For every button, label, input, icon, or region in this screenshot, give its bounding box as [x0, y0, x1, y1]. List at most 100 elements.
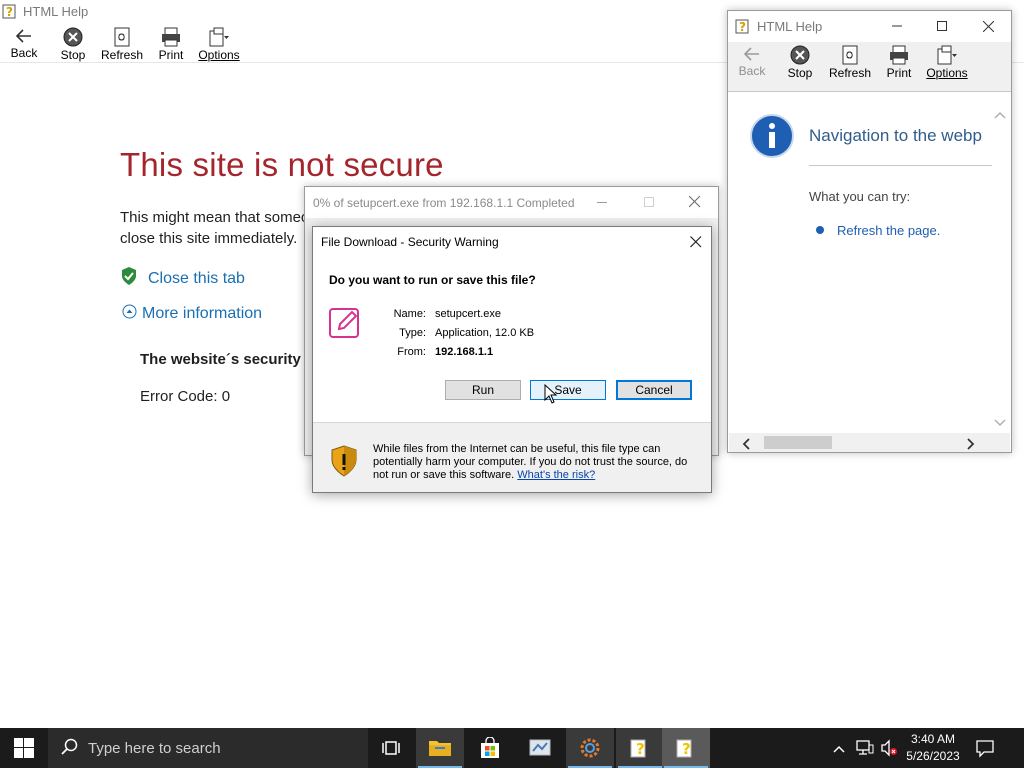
refresh-label: Refresh — [100, 48, 144, 62]
scroll-thumb[interactable] — [764, 436, 832, 449]
print-label: Print — [886, 66, 912, 80]
scroll-up-icon[interactable] — [994, 107, 1006, 125]
window-title: HTML Help — [23, 4, 89, 19]
cancel-button[interactable]: Cancel — [616, 380, 692, 400]
whats-the-risk-link[interactable]: What's the risk? — [517, 469, 595, 481]
scroll-right-icon[interactable] — [966, 437, 976, 452]
maximize-button[interactable] — [919, 11, 965, 41]
stop-icon — [790, 45, 810, 65]
notifications-icon[interactable] — [975, 738, 995, 763]
html-help-task-button[interactable]: ? — [616, 728, 664, 768]
svg-text:?: ? — [6, 5, 13, 19]
back-arrow-icon — [15, 29, 31, 43]
control-panel-button[interactable] — [516, 728, 564, 768]
refresh-icon — [842, 45, 858, 65]
options-icon — [209, 27, 229, 47]
dialog-close-button[interactable] — [690, 235, 702, 253]
maximize-icon — [644, 197, 654, 207]
help-question-icon: ? — [676, 739, 692, 758]
network-icon[interactable] — [856, 739, 874, 762]
options-icon — [937, 45, 957, 65]
refresh-button[interactable]: Refresh — [829, 45, 871, 80]
control-panel-icon — [529, 739, 551, 756]
dialog-body: Do you want to run or save this file? Na… — [313, 257, 711, 423]
what-you-can-try: What you can try: — [809, 189, 911, 204]
error-code: Error Code: 0 — [140, 388, 231, 405]
help-window-titlebar[interactable]: ? HTML Help — [728, 11, 1011, 41]
stop-icon — [63, 27, 83, 47]
volume-muted-icon[interactable] — [880, 739, 898, 762]
search-placeholder: Type here to search — [88, 740, 221, 757]
settings-button[interactable] — [566, 728, 614, 768]
close-icon — [982, 20, 994, 32]
scroll-left-icon[interactable] — [741, 437, 751, 452]
close-icon — [690, 236, 702, 248]
heading-divider — [809, 165, 992, 166]
mouse-cursor-icon — [544, 383, 558, 410]
options-button[interactable]: Options — [926, 45, 968, 80]
minimize-icon[interactable] — [597, 202, 607, 203]
close-icon[interactable] — [688, 195, 701, 213]
print-button[interactable]: Print — [156, 27, 186, 62]
store-button[interactable] — [466, 728, 514, 768]
progress-title: 0% of setupcert.exe from 192.168.1.1 Com… — [313, 196, 575, 210]
show-hidden-icons-chevron-icon[interactable] — [833, 741, 845, 759]
refresh-page-link[interactable]: Refresh the page. — [837, 223, 940, 238]
back-label: Back — [738, 64, 766, 78]
help-question-icon: ? — [630, 739, 646, 758]
run-button[interactable]: Run — [445, 380, 521, 400]
close-button[interactable] — [965, 11, 1011, 41]
error-text-line-1: This might mean that someo — [120, 209, 310, 226]
stop-button[interactable]: Stop — [784, 45, 816, 80]
stop-button[interactable]: Stop — [57, 27, 89, 62]
name-value: setupcert.exe — [435, 308, 502, 320]
minimize-button[interactable] — [874, 11, 920, 41]
security-warning-text: While files from the Internet can be use… — [373, 443, 703, 482]
close-tab-link[interactable]: Close this tab — [148, 270, 245, 288]
clock[interactable]: 3:40 AM 5/26/2023 — [902, 731, 964, 765]
error-title: This site is not secure — [120, 146, 444, 183]
error-text-line-2: close this site immediately. — [120, 230, 298, 247]
print-label: Print — [158, 48, 184, 62]
html-help-task-button-2[interactable]: ? — [662, 728, 710, 768]
start-button[interactable] — [0, 728, 48, 768]
refresh-icon — [114, 27, 130, 47]
progress-titlebar[interactable]: 0% of setupcert.exe from 192.168.1.1 Com… — [305, 187, 718, 218]
type-label: Type: — [399, 327, 426, 339]
help-window-title: HTML Help — [757, 19, 823, 34]
warning-shield-icon — [330, 445, 358, 482]
search-box[interactable]: Type here to search — [48, 728, 368, 768]
print-button[interactable]: Print — [883, 45, 915, 80]
gear-icon — [580, 738, 600, 758]
task-view-button[interactable] — [368, 728, 416, 768]
help-app-icon: ? — [735, 18, 751, 39]
task-view-icon — [382, 741, 400, 755]
svg-text:?: ? — [636, 740, 645, 758]
info-icon — [749, 113, 795, 164]
taskbar: Type here to search ? ? 3:40 AM 5/26/202… — [0, 728, 1024, 768]
stop-label: Stop — [60, 48, 86, 62]
stop-label: Stop — [787, 66, 813, 80]
back-button[interactable]: Back — [736, 45, 768, 78]
windows-logo-icon — [14, 738, 34, 758]
file-explorer-button[interactable] — [416, 728, 464, 768]
help-heading: Navigation to the webp — [809, 126, 982, 145]
svg-text:?: ? — [739, 20, 746, 34]
more-information-link[interactable]: More information — [142, 305, 262, 323]
dialog-title: File Download - Security Warning — [321, 235, 499, 249]
back-button[interactable]: Back — [8, 27, 40, 60]
horizontal-scrollbar[interactable] — [729, 433, 1010, 452]
back-label: Back — [10, 46, 38, 60]
bullet-icon — [816, 226, 824, 234]
folder-icon — [429, 741, 451, 756]
svg-text:?: ? — [682, 740, 691, 758]
help-content-pane: Navigation to the webp What you can try:… — [729, 93, 1010, 452]
from-value: 192.168.1.1 — [435, 346, 494, 358]
refresh-button[interactable]: Refresh — [100, 27, 144, 62]
help-app-icon: ? — [2, 3, 18, 24]
dialog-titlebar[interactable]: File Download - Security Warning — [313, 227, 711, 257]
options-button[interactable]: Options — [198, 27, 240, 62]
save-button[interactable]: Save — [530, 380, 606, 400]
from-label: From: — [397, 346, 426, 358]
scroll-down-icon[interactable] — [994, 415, 1006, 433]
